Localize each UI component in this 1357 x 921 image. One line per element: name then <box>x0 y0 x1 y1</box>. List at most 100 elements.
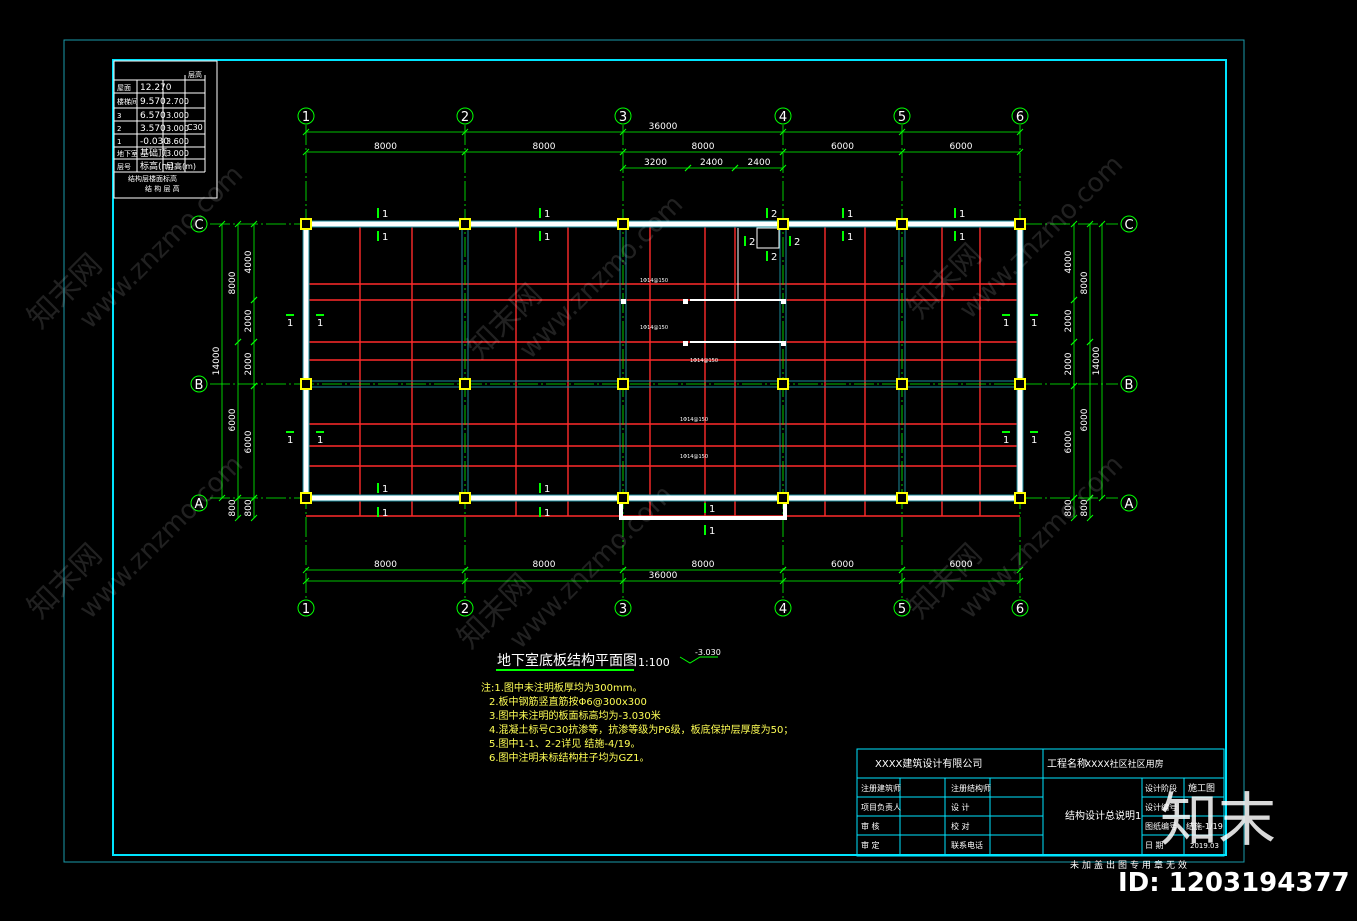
axis-label: A <box>1125 497 1134 512</box>
dim-text: 14000 <box>1092 346 1102 375</box>
tb-mid-label: 联系电话 <box>951 840 983 850</box>
dim-text: 2400 <box>748 158 771 168</box>
dim-text: 8000 <box>374 142 397 152</box>
level-cell: 3 <box>117 112 121 120</box>
note-line: 4.混凝土标号C30抗渗等，抗渗等级为P6级，板底保护层厚度为50； <box>489 723 793 736</box>
note-line: 注:1.图中未注明板厚均为300mm。 <box>481 681 642 694</box>
axis-label: 5 <box>898 110 906 125</box>
section-label: 1 <box>847 232 853 243</box>
dim-text: 4000 <box>244 250 254 273</box>
tb-left-label: 项目负责人 <box>861 802 901 812</box>
level-cell: 屋面 <box>117 84 131 92</box>
axis-label: B <box>195 378 204 393</box>
dim-text: 2000 <box>244 352 254 375</box>
column <box>459 378 471 390</box>
level-cell: 地下室 <box>117 149 138 158</box>
dim-text: 2000 <box>244 309 254 332</box>
dim-text: 8000 <box>374 560 397 570</box>
section-label: 1 <box>382 209 388 220</box>
column-dot <box>683 341 688 346</box>
level-caption: 结构层楼面标高 <box>128 174 177 183</box>
section-label: 1 <box>1031 318 1037 329</box>
column <box>617 492 629 504</box>
logo-mark: 知末 <box>1160 786 1276 854</box>
dim-text: 800 <box>228 499 238 516</box>
rebar-label: 1Φ14@150 <box>680 417 708 423</box>
level-cell: 12.270 <box>140 83 172 93</box>
section-label: 1 <box>544 508 550 519</box>
section-label: 1 <box>1003 318 1009 329</box>
column <box>896 492 908 504</box>
dim-text: 6000 <box>950 142 973 152</box>
section-label: 1 <box>287 318 293 329</box>
column <box>1014 378 1026 390</box>
column-dot <box>683 299 688 304</box>
section-label: 1 <box>959 209 965 220</box>
level-cell: 9.570 <box>140 97 166 107</box>
level-cell: 1 <box>117 138 121 146</box>
column <box>777 492 789 504</box>
level-cell: 基础顶 <box>140 147 167 159</box>
tb-left-label: 注册建筑师 <box>861 783 901 793</box>
section-label: 1 <box>709 504 715 515</box>
rebar-label: 1Φ14@150 <box>690 358 718 364</box>
level-cell: 3.600 <box>166 137 189 146</box>
dim-text: 2000 <box>1064 309 1074 332</box>
tb-mid-label: 注册结构师 <box>951 783 991 793</box>
dim-text: 8000 <box>533 142 556 152</box>
column-dot <box>621 299 626 304</box>
level-cell: 3.000 <box>166 124 189 133</box>
section-label: 1 <box>317 435 323 446</box>
section-label: 2 <box>771 252 777 263</box>
tb-left-label: 审 定 <box>861 840 880 850</box>
dim-text: 6000 <box>244 430 254 453</box>
column <box>1014 218 1026 230</box>
dim-text: 4000 <box>1064 250 1074 273</box>
column <box>459 218 471 230</box>
column <box>777 218 789 230</box>
section-label: 1 <box>1003 435 1009 446</box>
axis-label: 1 <box>302 110 310 125</box>
drawing-name: 结构设计总说明1 <box>1065 809 1141 822</box>
dim-text: 8000 <box>692 560 715 570</box>
level-cell: 层号 <box>117 163 131 171</box>
column <box>300 492 312 504</box>
level-cell: 3.000 <box>166 149 189 158</box>
tb-mid-label: 设 计 <box>951 802 970 812</box>
note-line: 3.图中未注明的板面标高均为-3.030米 <box>489 709 661 722</box>
axis-label: 6 <box>1016 602 1024 617</box>
dim-text: 3200 <box>644 158 667 168</box>
level-cell: 2.700 <box>166 97 189 106</box>
axis-label: 1 <box>302 602 310 617</box>
dim-text: 36000 <box>649 571 678 581</box>
company-name: XXXX建筑设计有限公司 <box>875 757 982 770</box>
tb-mid-label: 校 对 <box>951 821 970 831</box>
level-cell: -0.030 <box>140 137 169 147</box>
level-cell: 3.570 <box>140 124 166 134</box>
elevation-symbol <box>679 656 718 664</box>
section-label: 1 <box>287 435 293 446</box>
dim-text: 2000 <box>1064 352 1074 375</box>
dim-text: 6000 <box>831 142 854 152</box>
axis-label: 4 <box>779 602 787 617</box>
dim-text: 800 <box>244 499 254 516</box>
column <box>459 492 471 504</box>
dim-text: 2400 <box>700 158 723 168</box>
sump <box>756 227 780 249</box>
axis-label: 3 <box>619 602 627 617</box>
elevation-value: -3.030 <box>695 648 721 657</box>
axis-label: 6 <box>1016 110 1024 125</box>
section-label: 1 <box>382 484 388 495</box>
note-line: 2.板中钢筋竖直筋按Φ6@300x300 <box>489 695 647 708</box>
column-dot <box>781 299 786 304</box>
level-cell: 楼梯间 <box>117 97 138 106</box>
axis-label: B <box>1125 378 1134 393</box>
cad-drawing: 屋面 12.270楼梯间 9.570 2.7003 6.570 3.0002 3.570 3.… <box>21 39 1350 898</box>
watermark-site: www.znzmo.com <box>504 480 679 655</box>
drawing-title: 地下室底板结构平面图 <box>497 652 637 669</box>
level-side: C30 <box>187 123 203 132</box>
drawing-scale: 1:100 <box>638 656 670 669</box>
axis-label: 4 <box>779 110 787 125</box>
project-name: XXXX社区社区用房 <box>1085 758 1164 770</box>
section-label: 1 <box>709 526 715 537</box>
